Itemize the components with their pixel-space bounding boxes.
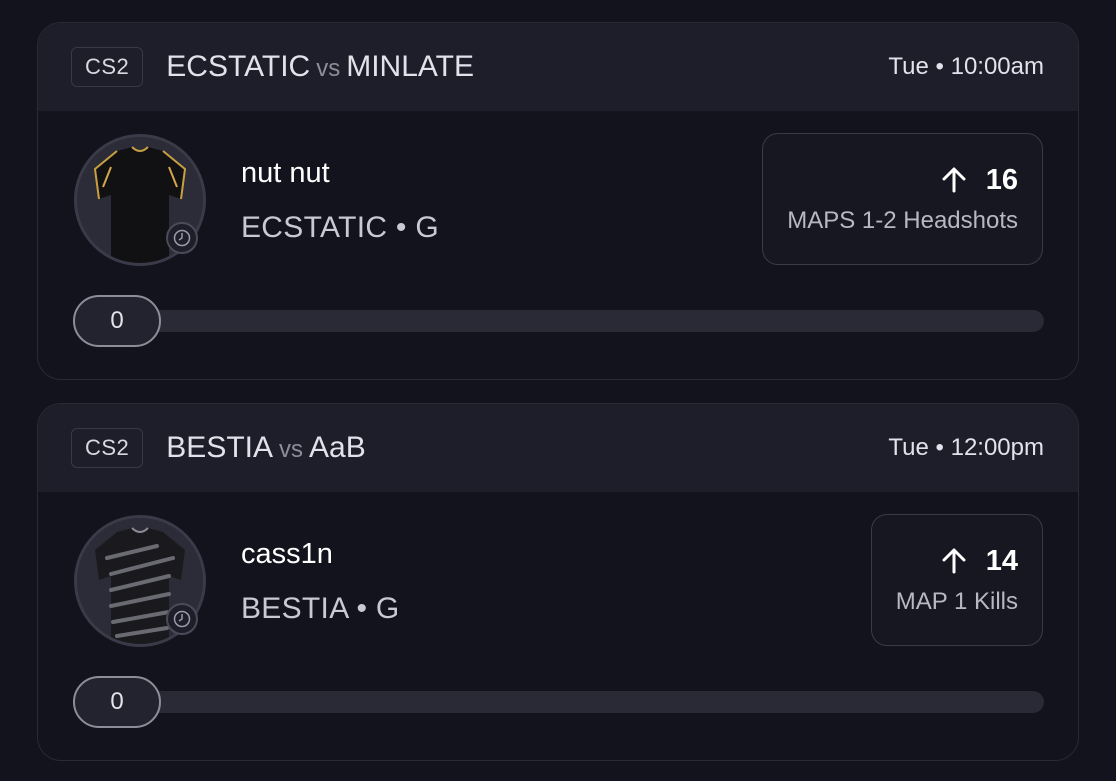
player-team-position: ECSTATIC • G [241,211,439,244]
card-body: cass1n BESTIA • G 14 MAP 1 Kills 0 [38,492,1078,760]
team-a-name: ECSTATIC [166,50,311,83]
team-a-name: BESTIA [166,431,273,464]
stat-line-value: 16 [985,163,1018,196]
match-time: Tue • 10:00am [888,53,1044,80]
arrow-up-icon [942,167,966,193]
projections-list: CS2 ECSTATIC vs MINLATE Tue • 10:00am nu… [0,0,1116,781]
projection-card[interactable]: CS2 BESTIA vs AaB Tue • 12:00pm cass1n B… [37,403,1079,761]
stat-line-value: 14 [985,544,1018,577]
match-time: Tue • 12:00pm [888,434,1044,461]
vs-label: vs [316,55,341,82]
clock-icon [166,222,198,254]
team-b-name: AaB [309,431,366,464]
vs-label: vs [279,436,303,463]
game-tag: CS2 [71,428,144,468]
card-body: nut nut ECSTATIC • G 16 MAPS 1-2 Headsho… [38,111,1078,379]
progress-value-badge: 0 [73,676,161,728]
stat-label: MAPS 1-2 Headshots [787,206,1018,234]
player-team-position: BESTIA • G [241,592,400,625]
team-b-name: MINLATE [346,50,474,83]
stat-label: MAP 1 Kills [895,587,1018,615]
card-header: CS2 ECSTATIC vs MINLATE Tue • 10:00am [38,23,1078,111]
match-title: BESTIA vs AaB [166,431,365,465]
projection-card[interactable]: CS2 ECSTATIC vs MINLATE Tue • 10:00am nu… [37,22,1079,380]
progress-track [98,691,1044,713]
arrow-up-icon [942,548,966,574]
player-name: cass1n [241,538,333,570]
match-title: ECSTATIC vs MINLATE [166,50,474,84]
game-tag: CS2 [71,47,144,87]
card-header: CS2 BESTIA vs AaB Tue • 12:00pm [38,404,1078,492]
player-name: nut nut [241,157,330,189]
projection-stat-box[interactable]: 14 MAP 1 Kills [870,514,1043,646]
clock-icon [166,603,198,635]
projection-stat-box[interactable]: 16 MAPS 1-2 Headshots [762,133,1043,265]
progress-track [98,310,1044,332]
progress-value-badge: 0 [73,295,161,347]
